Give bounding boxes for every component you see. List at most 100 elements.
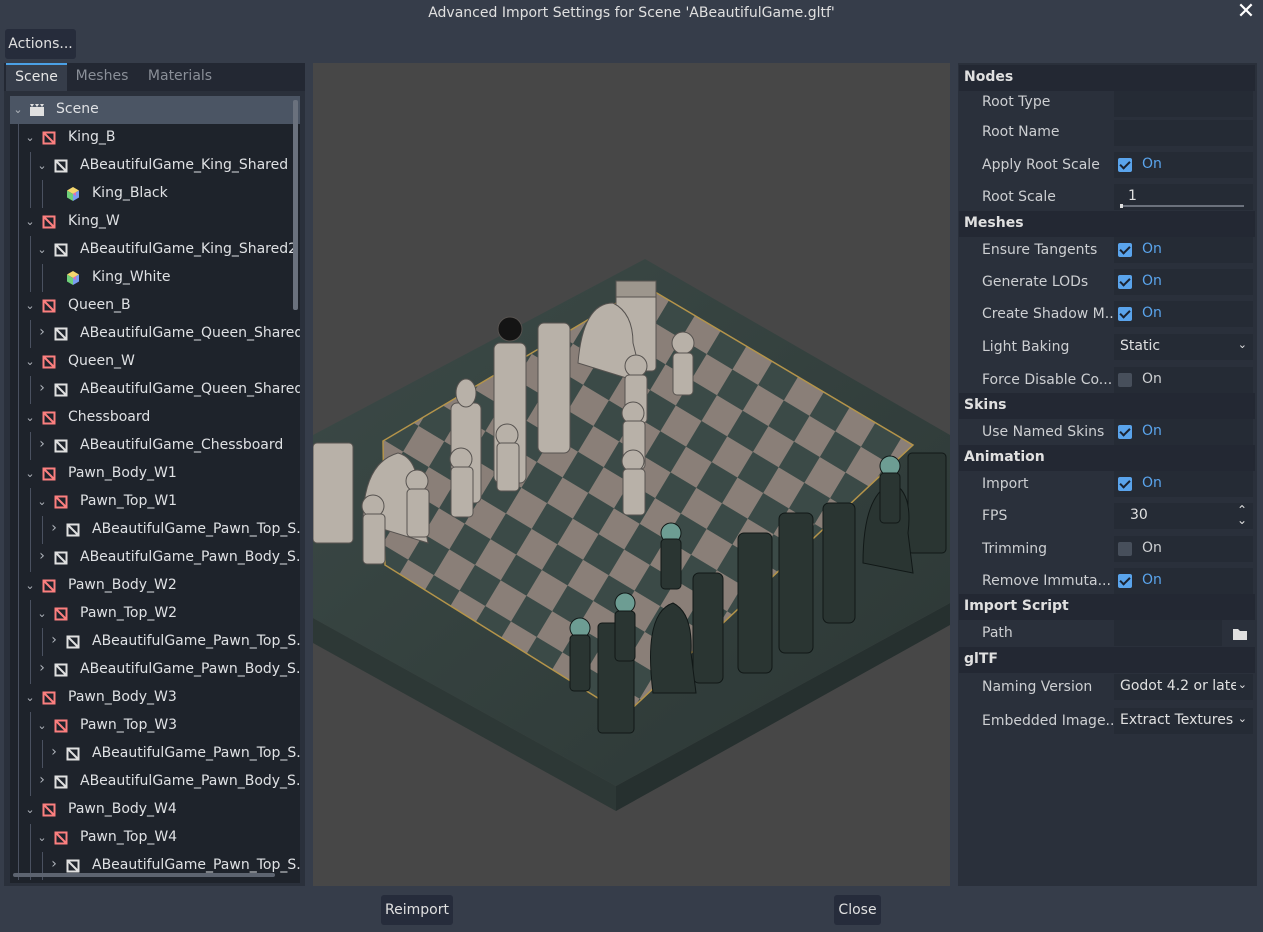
expand-arrow-icon[interactable]: ⌄ (36, 243, 48, 257)
collapse-arrow-icon[interactable]: › (36, 381, 48, 395)
section-gltf[interactable]: glTF (959, 647, 1255, 673)
tree-item[interactable]: ⌄ Pawn_Top_W2 (10, 600, 300, 628)
tree-item[interactable]: ⌄ ABeautifulGame_King_Shared (10, 152, 300, 180)
close-icon[interactable]: ✕ (1236, 1, 1256, 23)
tree-item[interactable]: ⌄ Pawn_Top_W1 (10, 488, 300, 516)
expand-arrow-icon[interactable]: ⌄ (24, 803, 36, 817)
collapse-arrow-icon[interactable]: › (36, 549, 48, 563)
trimming-checkbox[interactable]: On (1114, 536, 1253, 562)
tree-item[interactable]: › ABeautifulGame_Chessboard (10, 432, 300, 460)
create-shadow-mesh-checkbox[interactable]: On (1114, 301, 1253, 327)
tree-item[interactable]: › ABeautifulGame_Queen_Shared2 (10, 376, 300, 404)
ensure-tangents-checkbox[interactable]: On (1114, 237, 1253, 263)
expand-arrow-icon[interactable]: ⌄ (24, 215, 36, 229)
collapse-arrow-icon[interactable]: › (36, 661, 48, 675)
expand-arrow-icon[interactable]: ⌄ (24, 691, 36, 705)
tab-scene[interactable]: Scene (6, 63, 67, 91)
tree-guide-line (18, 740, 19, 768)
tree-item[interactable]: › ABeautifulGame_Pawn_Top_S... (10, 740, 300, 768)
collapse-arrow-icon[interactable]: › (36, 773, 48, 787)
section-gltf-title: glTF (964, 651, 998, 667)
importer-mesh-icon (54, 383, 68, 397)
actions-menu-button[interactable]: Actions... (5, 29, 76, 59)
section-meshes[interactable]: Meshes (959, 211, 1255, 237)
tree-item[interactable]: ⌄ Scene (10, 96, 300, 124)
tree-item[interactable]: King_Black (10, 180, 300, 208)
scene-tree[interactable]: ⌄ Scene ⌄ King_B ⌄ ABeautifulGame_King_Shared… (10, 96, 300, 883)
tree-item[interactable]: ⌄ Chessboard (10, 404, 300, 432)
reimport-button[interactable]: Reimport (381, 895, 453, 925)
checkbox-icon (1118, 243, 1132, 257)
expand-arrow-icon[interactable]: ⌄ (12, 103, 24, 117)
tab-meshes[interactable]: Meshes (71, 63, 133, 91)
tree-item[interactable]: ⌄ Pawn_Body_W4 (10, 796, 300, 824)
expand-arrow-icon[interactable]: ⌄ (24, 467, 36, 481)
path-field[interactable] (1114, 620, 1222, 646)
tree-item[interactable]: ⌄ Pawn_Top_W4 (10, 824, 300, 852)
tree-item[interactable]: ⌄ Queen_B (10, 292, 300, 320)
expand-arrow-icon[interactable]: ⌄ (36, 719, 48, 733)
expand-arrow-icon[interactable]: ⌄ (36, 159, 48, 173)
root-type-field[interactable] (1114, 91, 1253, 117)
tree-item-label: King_B (68, 129, 116, 145)
tree-guide-line (18, 684, 19, 712)
tree-item[interactable]: › ABeautifulGame_Pawn_Body_S... (10, 544, 300, 572)
section-skins[interactable]: Skins (959, 393, 1255, 419)
scene-preview-viewport[interactable] (313, 63, 950, 886)
collapse-arrow-icon[interactable]: › (48, 633, 60, 647)
tree-item[interactable]: ⌄ Queen_W (10, 348, 300, 376)
expand-arrow-icon[interactable]: ⌄ (36, 831, 48, 845)
light-baking-dropdown[interactable]: Static ⌄ (1114, 334, 1253, 360)
collapse-arrow-icon[interactable]: › (48, 521, 60, 535)
section-import-script[interactable]: Import Script (959, 594, 1255, 620)
close-button[interactable]: Close (834, 895, 881, 925)
tree-item[interactable]: › ABeautifulGame_Pawn_Body_S... (10, 656, 300, 684)
expand-arrow-icon[interactable]: ⌄ (24, 131, 36, 145)
naming-version-dropdown[interactable]: Godot 4.2 or later ⌄ (1114, 674, 1253, 700)
tree-item[interactable]: › ABeautifulGame_Pawn_Body_S... (10, 768, 300, 796)
collapse-arrow-icon[interactable]: › (48, 745, 60, 759)
tree-item[interactable]: ⌄ King_W (10, 208, 300, 236)
tree-item[interactable]: › ABeautifulGame_Queen_Shared (10, 320, 300, 348)
tree-vertical-scrollbar[interactable] (293, 100, 298, 310)
tree-item-label: ABeautifulGame_King_Shared (80, 157, 289, 173)
collapse-arrow-icon[interactable]: › (36, 325, 48, 339)
tree-horizontal-scrollbar[interactable] (13, 873, 275, 877)
collapse-arrow-icon[interactable]: › (36, 437, 48, 451)
tree-item[interactable]: ⌄ ABeautifulGame_King_Shared2 (10, 236, 300, 264)
collapse-arrow-icon[interactable]: › (48, 857, 60, 871)
folder-icon[interactable] (1228, 624, 1252, 644)
tree-item[interactable]: ⌄ Pawn_Top_W3 (10, 712, 300, 740)
tree-item[interactable]: ⌄ King_B (10, 124, 300, 152)
tree-item[interactable]: ⌄ Pawn_Body_W3 (10, 684, 300, 712)
force-disable-compression-checkbox[interactable]: On (1114, 367, 1253, 393)
tree-item[interactable]: › ABeautifulGame_Pawn_Top_S... (10, 628, 300, 656)
root-scale-slider[interactable]: 1 (1114, 184, 1253, 210)
use-named-skins-checkbox[interactable]: On (1114, 419, 1253, 445)
create-shadow-mesh-label: Create Shadow M... (982, 306, 1119, 322)
expand-arrow-icon[interactable]: ⌄ (24, 355, 36, 369)
expand-arrow-icon[interactable]: ⌄ (24, 299, 36, 313)
generate-lods-checkbox[interactable]: On (1114, 269, 1253, 295)
fps-spinbox[interactable]: 30 ⌃ ⌄ (1114, 503, 1253, 529)
tree-guide-line (18, 208, 19, 236)
import-checkbox[interactable]: On (1114, 471, 1253, 497)
spinner-arrows-icon[interactable]: ⌃ ⌄ (1237, 504, 1247, 526)
expand-arrow-icon[interactable]: ⌄ (24, 411, 36, 425)
tree-guide-line (18, 264, 19, 292)
tree-item[interactable]: ⌄ Pawn_Body_W2 (10, 572, 300, 600)
section-nodes[interactable]: Nodes (959, 65, 1255, 91)
section-animation[interactable]: Animation (959, 445, 1255, 471)
expand-arrow-icon[interactable]: ⌄ (36, 607, 48, 621)
apply-root-scale-checkbox[interactable]: On (1114, 152, 1253, 178)
root-name-field[interactable] (1114, 120, 1253, 146)
tree-item[interactable]: ⌄ Pawn_Body_W1 (10, 460, 300, 488)
tree-item[interactable]: King_White (10, 264, 300, 292)
embedded-image-dropdown[interactable]: Extract Textures ⌄ (1114, 708, 1253, 734)
expand-arrow-icon[interactable]: ⌄ (36, 495, 48, 509)
tab-materials[interactable]: Materials (144, 63, 216, 91)
expand-arrow-icon[interactable]: ⌄ (24, 579, 36, 593)
remove-immutable-checkbox[interactable]: On (1114, 568, 1253, 594)
tree-item[interactable]: › ABeautifulGame_Pawn_Top_S... (10, 516, 300, 544)
section-nodes-title: Nodes (964, 69, 1014, 85)
